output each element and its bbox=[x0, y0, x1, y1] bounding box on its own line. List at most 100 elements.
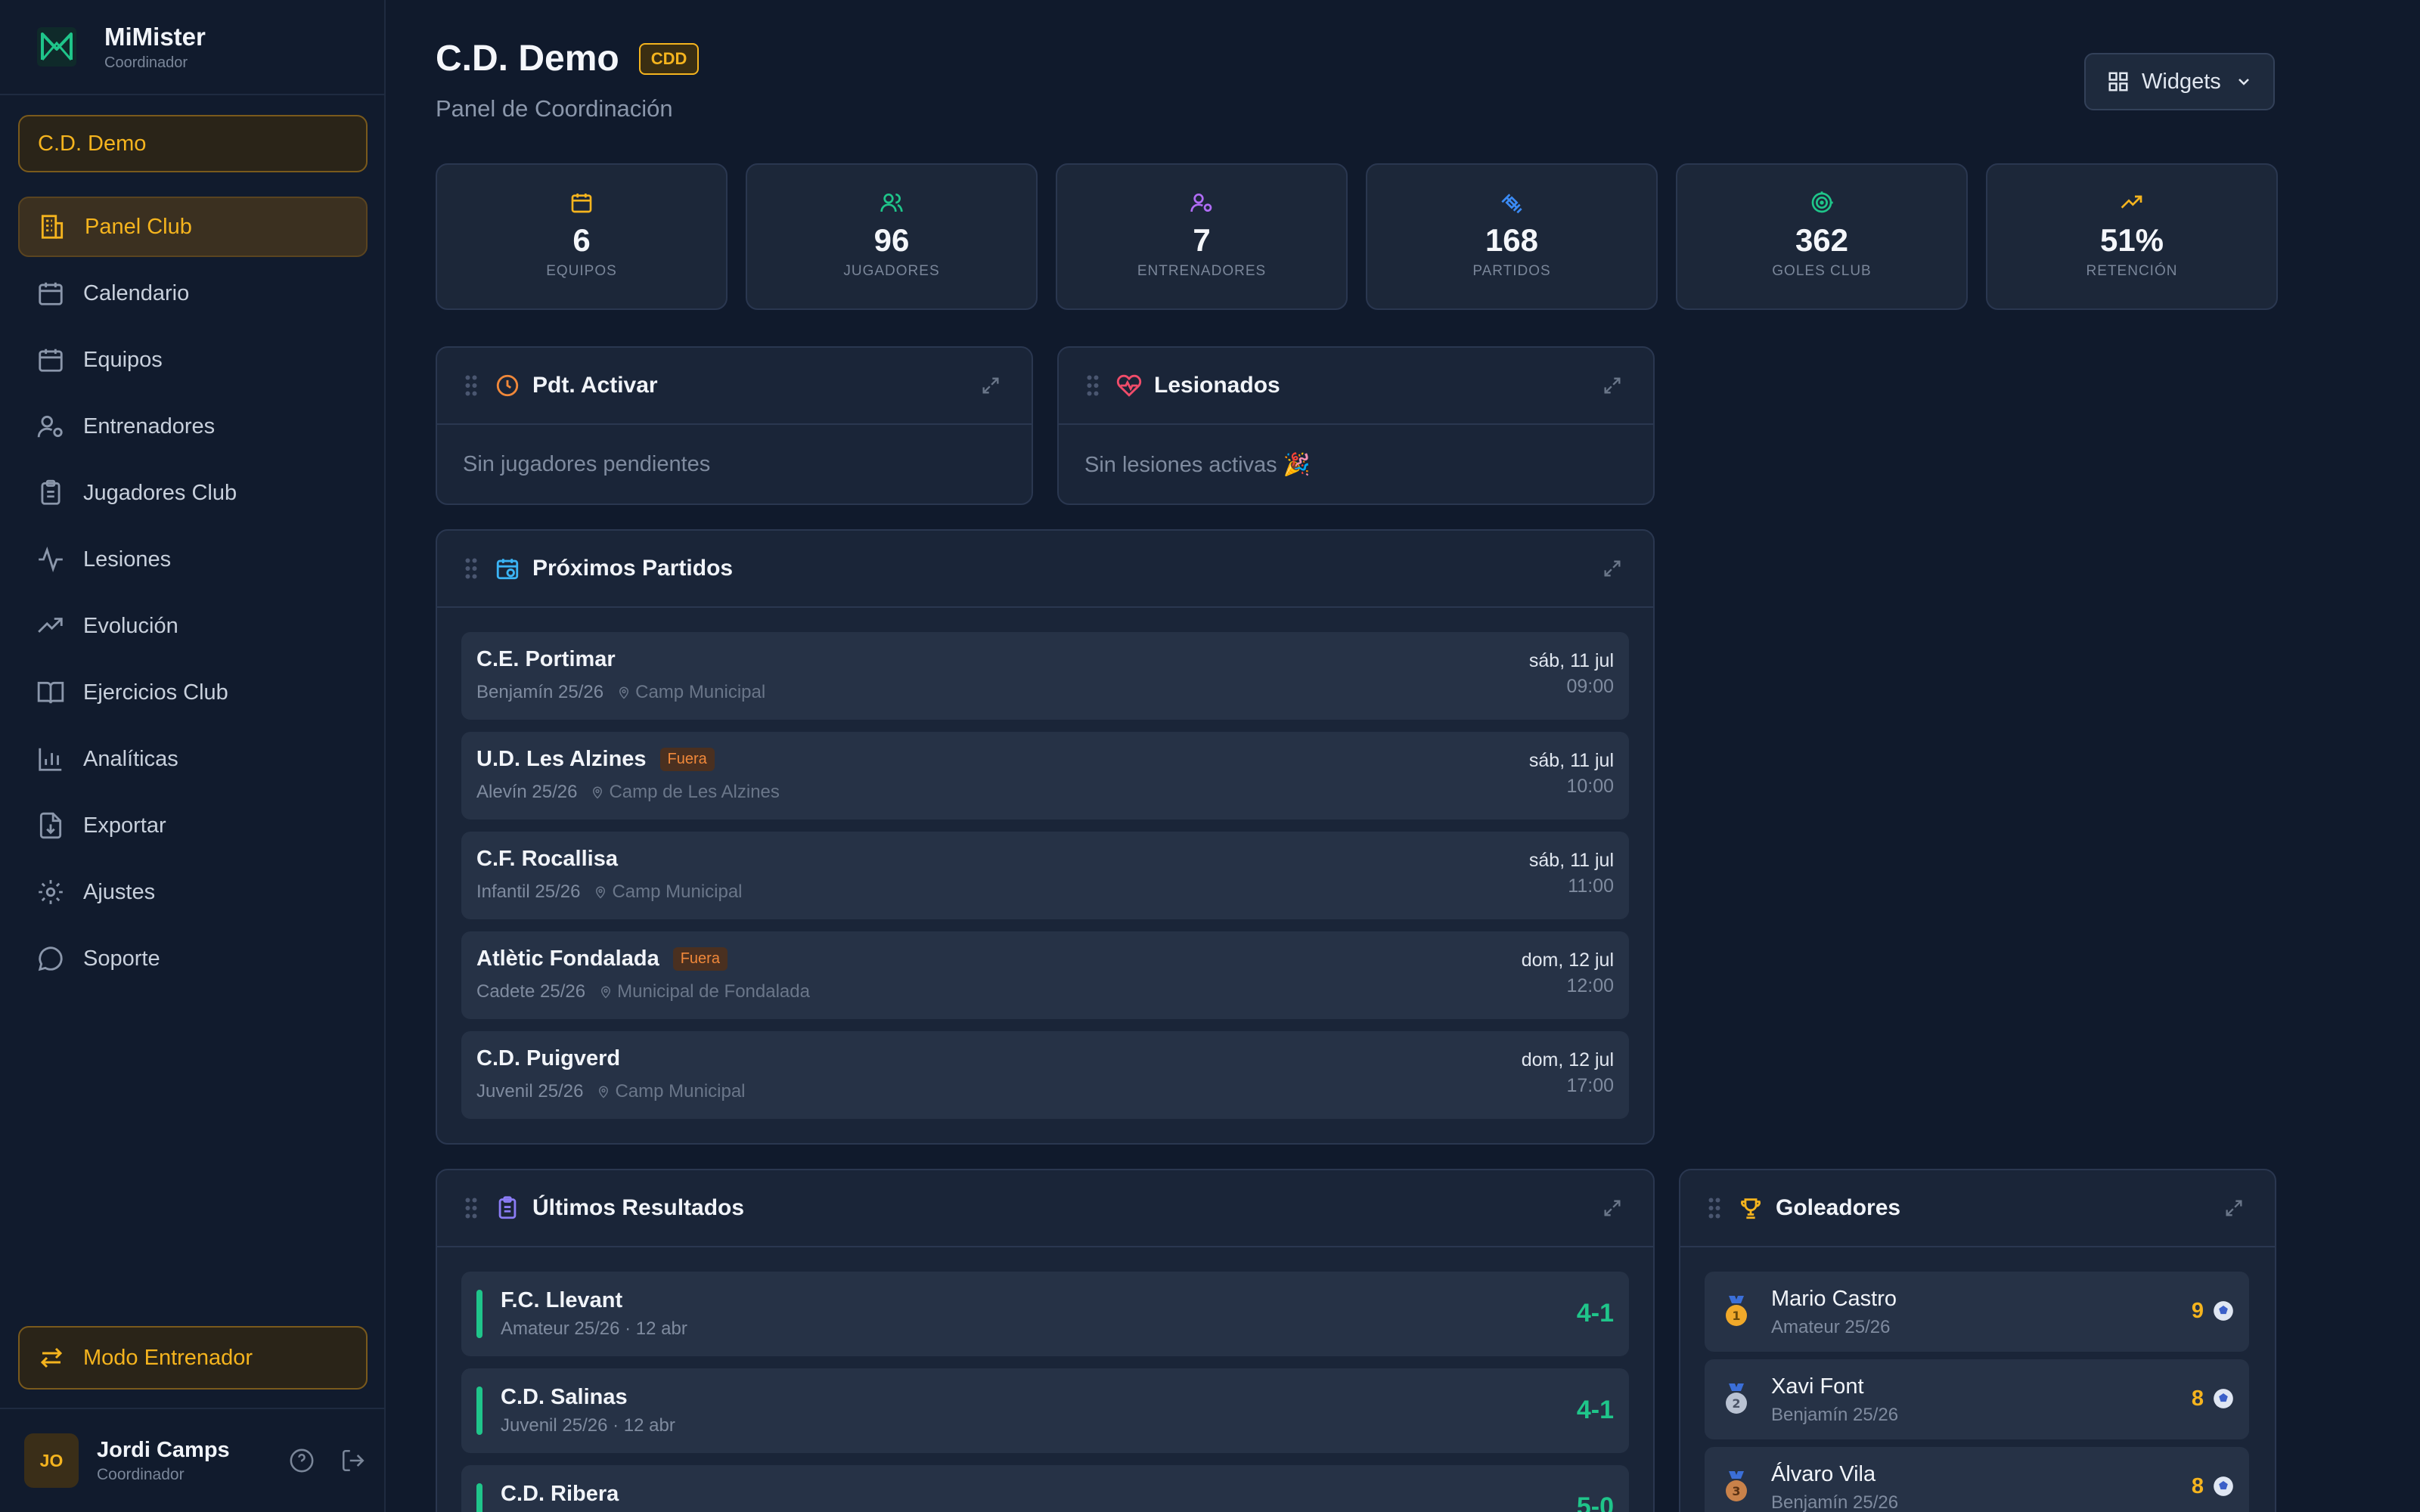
brand-name: MiMister bbox=[104, 22, 206, 51]
sidebar-item-label: Exportar bbox=[83, 813, 166, 838]
stat-label: GOLES CLUB bbox=[1772, 263, 1872, 279]
sidebar-item-equipos[interactable]: Equipos bbox=[18, 330, 368, 390]
scorer-name: Álvaro Vila bbox=[1771, 1462, 1876, 1486]
expand-icon[interactable] bbox=[980, 375, 1001, 396]
result-team: F.C. Llevant bbox=[501, 1288, 623, 1312]
scorer-row[interactable]: 3 Álvaro Vila Benjamín 25/26 8 bbox=[1705, 1447, 2249, 1512]
result-score: 4-1 bbox=[1576, 1299, 1614, 1328]
sidebar-item-calendario[interactable]: Calendario bbox=[18, 263, 368, 324]
avatar[interactable]: JO bbox=[24, 1433, 79, 1488]
widgets-button[interactable]: Widgets bbox=[2084, 53, 2275, 110]
brand[interactable]: MiMister Coordinador bbox=[0, 0, 384, 95]
sidebar-item-ajustes[interactable]: Ajustes bbox=[18, 862, 368, 922]
sidebar-item-analiticas[interactable]: Analíticas bbox=[18, 729, 368, 789]
match-row[interactable]: C.D. Puigverd Juvenil 25/26 Camp Municip… bbox=[461, 1031, 1629, 1119]
file-download-icon bbox=[39, 812, 62, 839]
stat-card-jugadores[interactable]: 96 JUGADORES bbox=[746, 163, 1038, 310]
mimister-logo-icon bbox=[37, 27, 76, 67]
help-icon[interactable] bbox=[289, 1448, 315, 1473]
scorer-goals: 9 bbox=[2191, 1299, 2204, 1323]
match-row[interactable]: C.F. Rocallisa Infantil 25/26 Camp Munic… bbox=[461, 832, 1629, 919]
stat-card-entrenadores[interactable]: 7 ENTRENADORES bbox=[1056, 163, 1348, 310]
gold-medal-icon: 1 bbox=[1726, 1296, 1747, 1326]
drag-handle-icon[interactable] bbox=[1084, 374, 1101, 397]
match-time: 12:00 bbox=[1566, 975, 1614, 996]
result-score: 4-1 bbox=[1576, 1396, 1614, 1424]
sidebar-item-label: Analíticas bbox=[83, 746, 178, 771]
match-row[interactable]: U.D. Les Alzines Fuera Alevín 25/26 Camp … bbox=[461, 732, 1629, 820]
expand-icon[interactable] bbox=[1602, 1198, 1623, 1219]
scorer-row[interactable]: 2 Xavi Font Benjamín 25/26 8 bbox=[1705, 1359, 2249, 1439]
expand-icon[interactable] bbox=[1602, 558, 1623, 579]
scorer-team: Amateur 25/26 bbox=[1771, 1317, 1891, 1337]
scorer-row[interactable]: 1 Mario Castro Amateur 25/26 9 bbox=[1705, 1272, 2249, 1352]
stat-card-equipos[interactable]: 6 EQUIPOS bbox=[436, 163, 728, 310]
user-bar: JO Jordi Camps Coordinador bbox=[0, 1408, 386, 1512]
drag-handle-icon[interactable] bbox=[463, 374, 479, 397]
result-row[interactable]: C.D. Ribera 5-0 bbox=[461, 1465, 1629, 1512]
map-pin-icon bbox=[593, 786, 603, 799]
stat-card-retencion[interactable]: 51% RETENCIÓN bbox=[1986, 163, 2278, 310]
drag-handle-icon[interactable] bbox=[463, 557, 479, 580]
sidebar-item-entrenadores[interactable]: Entrenadores bbox=[18, 396, 368, 457]
expand-icon[interactable] bbox=[1602, 375, 1623, 396]
logout-icon[interactable] bbox=[340, 1448, 366, 1473]
map-pin-icon bbox=[601, 986, 611, 999]
sidebar-item-jugadores-club[interactable]: Jugadores Club bbox=[18, 463, 368, 523]
match-row[interactable]: Atlètic Fondalada Fuera Cadete 25/26 Muni… bbox=[461, 931, 1629, 1019]
drag-handle-icon[interactable] bbox=[463, 1197, 479, 1219]
scorer-goals: 8 bbox=[2191, 1474, 2204, 1498]
trophy-icon bbox=[1741, 1198, 1761, 1219]
stat-label: RETENCIÓN bbox=[2086, 263, 2178, 279]
match-team: C.E. Portimar bbox=[476, 647, 616, 671]
drag-handle-icon[interactable] bbox=[1706, 1197, 1723, 1219]
coach-mode-button[interactable]: Modo Entrenador bbox=[18, 1326, 368, 1390]
dumbbell-icon bbox=[1501, 194, 1522, 214]
stat-card-partidos[interactable]: 168 PARTIDOS bbox=[1366, 163, 1658, 310]
match-date: sáb, 11 jul bbox=[1528, 650, 1614, 671]
result-indicator bbox=[476, 1387, 482, 1435]
match-category: Infantil 25/26 bbox=[476, 881, 581, 902]
sidebar-item-evolucion[interactable]: Evolución bbox=[18, 596, 368, 656]
top-scorers-widget: Goleadores 1 Mario Castro Amateur 25/26 … bbox=[1679, 1169, 2276, 1512]
empty-state: Sin lesiones activas 🎉 bbox=[1084, 453, 1311, 477]
club-selector[interactable]: C.D. Demo bbox=[18, 115, 368, 172]
card-title: Lesionados bbox=[1154, 373, 1280, 398]
stat-label: JUGADORES bbox=[843, 263, 940, 279]
user-name: Jordi Camps bbox=[97, 1437, 230, 1462]
page-subtitle: Panel de Coordinación bbox=[436, 95, 673, 122]
sidebar-item-panel-club[interactable]: Panel Club bbox=[18, 197, 368, 257]
stat-value: 96 bbox=[873, 222, 910, 258]
expand-icon[interactable] bbox=[2223, 1198, 2245, 1219]
result-team: C.D. Ribera bbox=[501, 1482, 619, 1506]
sidebar-item-soporte[interactable]: Soporte bbox=[18, 928, 368, 989]
stat-card-goles[interactable]: 362 GOLES CLUB bbox=[1676, 163, 1968, 310]
match-category: Alevín 25/26 bbox=[476, 782, 578, 802]
clipboard-icon bbox=[41, 479, 60, 505]
target-icon bbox=[1811, 191, 1833, 213]
sidebar: MiMister Coordinador C.D. Demo Panel Clu… bbox=[0, 0, 386, 1512]
match-row[interactable]: C.E. Portimar Benjamín 25/26 Camp Munici… bbox=[461, 632, 1629, 720]
scorer-team: Benjamín 25/26 bbox=[1771, 1492, 1899, 1512]
page-title: C.D. Demo bbox=[436, 39, 619, 79]
sidebar-item-lesiones[interactable]: Lesiones bbox=[18, 529, 368, 590]
medal-rank: 3 bbox=[1732, 1484, 1740, 1498]
match-date: dom, 12 jul bbox=[1521, 950, 1614, 971]
sidebar-item-label: Lesiones bbox=[83, 547, 172, 572]
sidebar-item-exportar[interactable]: Exportar bbox=[18, 795, 368, 856]
match-time: 11:00 bbox=[1568, 875, 1614, 897]
card-title: Próximos Partidos bbox=[532, 556, 734, 581]
result-team: C.D. Salinas bbox=[501, 1385, 628, 1409]
sidebar-item-ejercicios-club[interactable]: Ejercicios Club bbox=[18, 662, 368, 723]
gear-icon bbox=[39, 880, 63, 904]
user-cog-icon bbox=[1190, 194, 1212, 212]
trending-up-icon bbox=[2121, 195, 2142, 209]
result-row[interactable]: C.D. Salinas Juvenil 25/26 · 12 abr 4-1 bbox=[461, 1368, 1629, 1453]
trending-up-icon bbox=[38, 618, 63, 633]
latest-results-widget: Últimos Resultados F.C. Llevant Amateur … bbox=[436, 1169, 1655, 1512]
match-team: Atlètic Fondalada bbox=[476, 947, 659, 971]
result-indicator bbox=[476, 1290, 482, 1338]
soccer-ball-icon bbox=[2214, 1476, 2233, 1496]
stat-label: EQUIPOS bbox=[546, 263, 617, 279]
result-row[interactable]: F.C. Llevant Amateur 25/26 · 12 abr 4-1 bbox=[461, 1272, 1629, 1356]
